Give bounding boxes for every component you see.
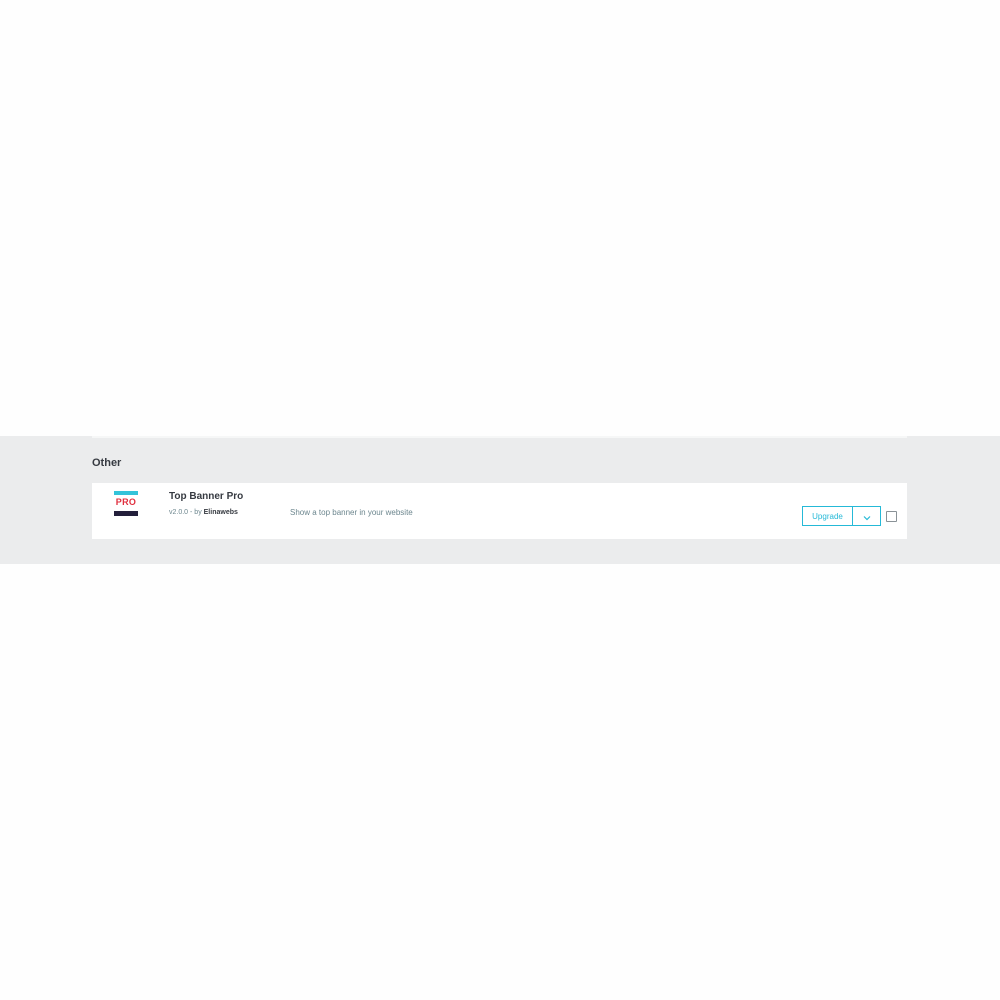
module-meta: v2.0.0 - by Elinawebs [169,509,238,516]
module-logo: PRO [114,491,138,517]
module-author: Elinawebs [203,509,238,516]
logo-bottom-stripe [114,511,138,516]
module-by-label: - by [188,509,204,516]
module-row: PRO Top Banner Pro v2.0.0 - by Elinawebs… [92,483,907,539]
upgrade-button[interactable]: Upgrade [802,506,853,526]
chevron-down-icon [863,509,871,524]
actions-dropdown-button[interactable] [853,506,881,526]
bulk-select-checkbox[interactable] [886,511,897,522]
section-title: Other [92,457,122,469]
module-action-group: Upgrade [802,506,881,526]
module-description: Show a top banner in your website [290,508,413,517]
logo-text: PRO [115,497,137,507]
page: Other PRO Top Banner Pro v2.0.0 - by Eli… [0,0,1000,1000]
module-version: v2.0.0 [169,509,189,516]
previous-card-edge [92,436,907,438]
module-name: Top Banner Pro [169,491,244,502]
module-category-section: Other PRO Top Banner Pro v2.0.0 - by Eli… [0,436,1000,564]
